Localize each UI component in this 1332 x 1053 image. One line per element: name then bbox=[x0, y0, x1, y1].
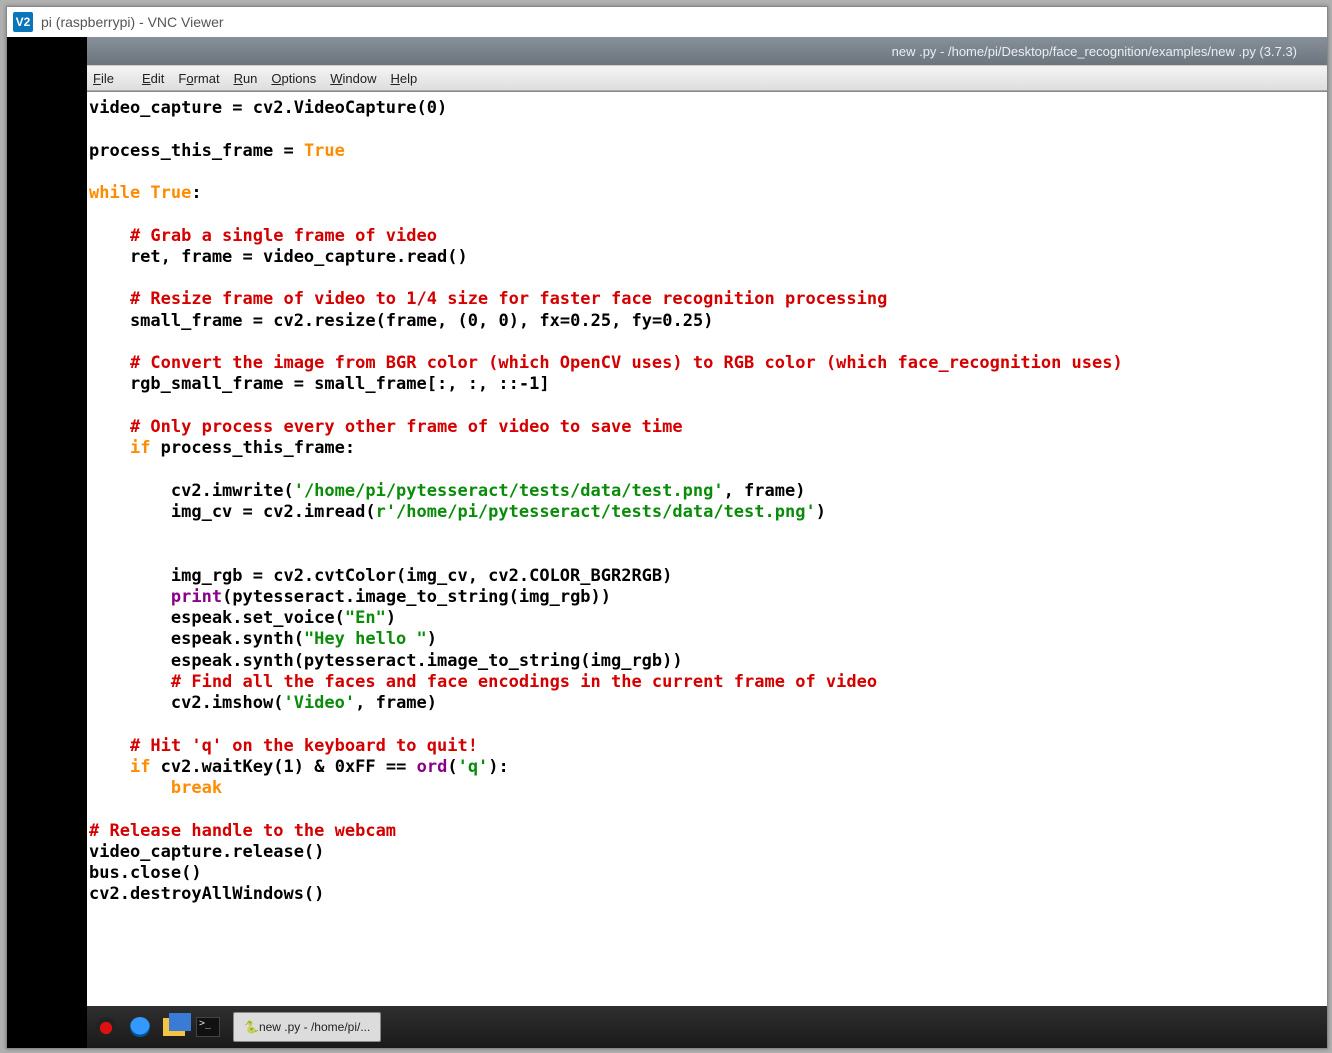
idle-window: new .py - /home/pi/Desktop/face_recognit… bbox=[87, 37, 1327, 1006]
menu-window[interactable]: Window bbox=[330, 71, 376, 86]
menu-format[interactable]: Format bbox=[178, 71, 219, 86]
menu-help[interactable]: Help bbox=[391, 71, 418, 86]
vnc-titlebar[interactable]: V2 pi (raspberrypi) - VNC Viewer bbox=[7, 7, 1327, 38]
menu-edit[interactable]: Edit bbox=[142, 71, 164, 86]
menu-options[interactable]: Options bbox=[271, 71, 316, 86]
taskbar: 🐍 new .py - /home/pi/... bbox=[87, 1006, 1327, 1048]
menu-run[interactable]: Run bbox=[234, 71, 258, 86]
taskbar-button-label: new .py - /home/pi/... bbox=[259, 1020, 370, 1034]
menu-bar: File Edit Format Run Options Window Help bbox=[87, 65, 1327, 91]
vnc-title-text: pi (raspberrypi) - VNC Viewer bbox=[41, 14, 224, 30]
file-manager-icon[interactable] bbox=[161, 1014, 187, 1040]
code-editor[interactable]: video_capture = cv2.VideoCapture(0) proc… bbox=[87, 91, 1327, 1006]
python-icon: 🐍 bbox=[244, 1020, 259, 1034]
terminal-icon[interactable] bbox=[195, 1014, 221, 1040]
source-code[interactable]: video_capture = cv2.VideoCapture(0) proc… bbox=[89, 98, 1319, 906]
taskbar-button-idle[interactable]: 🐍 new .py - /home/pi/... bbox=[233, 1012, 381, 1042]
remote-desktop: new .py - /home/pi/Desktop/face_recognit… bbox=[7, 37, 1327, 1048]
idle-titlebar[interactable]: new .py - /home/pi/Desktop/face_recognit… bbox=[87, 37, 1327, 65]
raspberry-pi-icon[interactable] bbox=[93, 1014, 119, 1040]
vnc-window: V2 pi (raspberrypi) - VNC Viewer new .py… bbox=[6, 6, 1328, 1049]
idle-title-text: new .py - /home/pi/Desktop/face_recognit… bbox=[892, 44, 1297, 59]
menu-file[interactable]: File bbox=[93, 71, 128, 86]
vnc-logo-icon: V2 bbox=[13, 12, 33, 32]
web-browser-icon[interactable] bbox=[127, 1014, 153, 1040]
